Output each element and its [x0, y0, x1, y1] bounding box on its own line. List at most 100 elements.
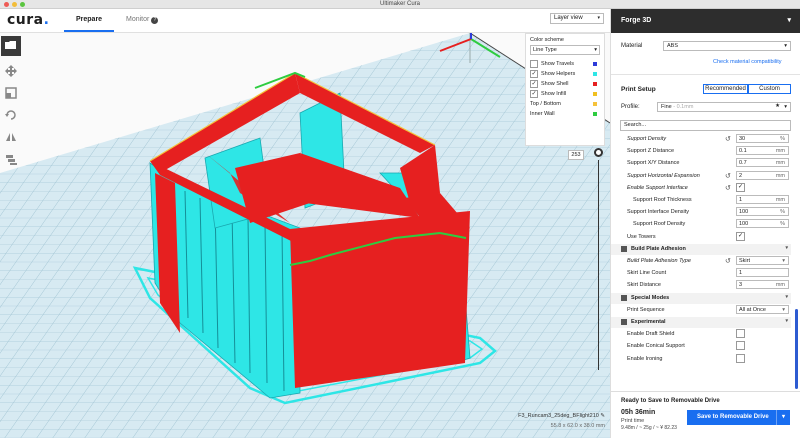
category-icon [621, 245, 627, 252]
scale-tool-button[interactable] [1, 83, 21, 103]
setting-value-input[interactable]: 3 mm [736, 280, 789, 290]
window-title-bar: Ultimaker Cura [0, 0, 800, 9]
setting-label: Use Towers [627, 233, 656, 240]
printer-select[interactable]: Forge 3D ▾ [611, 9, 800, 33]
color-swatch [593, 102, 597, 106]
checkbox[interactable] [530, 60, 538, 68]
toggle-show-travels[interactable]: Show Travels [530, 59, 600, 69]
reset-icon[interactable]: ↺ [725, 184, 731, 192]
check-material-compatibility-link[interactable]: Check material compatibility [713, 59, 781, 65]
setting-label: Build Plate Adhesion Type [627, 258, 691, 264]
setting-value-input[interactable]: 0.7 mm [736, 158, 789, 168]
setting-row: Support Interface Density 100% [611, 207, 791, 218]
checkbox[interactable]: ✓ [530, 80, 538, 88]
model-dimensions: 55.8 x 62.0 x 38.0 mm [550, 423, 605, 429]
setting-value-input[interactable]: 2 mm [736, 170, 789, 180]
move-tool-button[interactable] [1, 61, 21, 81]
settings-category[interactable]: Special Modes ▾ [611, 292, 791, 304]
open-file-button[interactable] [1, 36, 21, 56]
reset-icon[interactable]: ↺ [725, 257, 731, 265]
setting-checkbox[interactable]: ✓ [736, 231, 745, 241]
tab-monitor[interactable]: Monitor? [126, 16, 159, 24]
checkbox[interactable]: ✓ [530, 90, 538, 98]
setting-row: Use Towers ✓ [611, 231, 791, 243]
setting-checkbox[interactable] [736, 353, 745, 363]
setting-value-input[interactable]: 0.1 mm [736, 146, 789, 156]
settings-scrollbar[interactable] [795, 309, 798, 389]
material-label: Material [621, 43, 643, 49]
layer-slider-handle[interactable] [594, 148, 603, 157]
setting-value-input[interactable]: 1 mm [736, 195, 789, 204]
chevron-down-icon: ▾ [784, 43, 787, 49]
settings-list: Support Density ↺ 30% Support Z Distance 0.1… [611, 133, 800, 391]
color-scheme-select[interactable]: Line Type ▾ [530, 45, 600, 55]
color-swatch [593, 112, 597, 116]
setting-checkbox[interactable] [736, 341, 745, 351]
color-swatch [593, 82, 597, 86]
model-info: F3_Runcam3_25deg_BFlight210 ✎ 55.8 x 62.… [505, 413, 605, 429]
category-label: Special Modes [631, 294, 670, 301]
help-icon[interactable]: ? [151, 17, 159, 24]
3d-viewport[interactable] [0, 33, 610, 438]
setting-value-input[interactable]: 30% [736, 134, 789, 143]
mode-custom-button[interactable]: Custom [748, 84, 791, 94]
print-time-label: Print time [621, 418, 645, 424]
setting-label: Enable Support Interface [627, 184, 688, 191]
chevron-down-icon: ▾ [597, 15, 600, 21]
chevron-down-icon[interactable]: ▾ [776, 410, 790, 425]
chevron-down-icon: ▾ [782, 258, 785, 264]
toggle-show-shell[interactable]: ✓ Show Shell [530, 79, 600, 89]
settings-search-input[interactable]: Search... [620, 120, 791, 131]
save-to-removable-drive-button[interactable]: Save to Removable Drive ▾ [687, 410, 790, 425]
reset-icon[interactable]: ↺ [725, 172, 731, 180]
cura-logo: cura. [7, 12, 50, 28]
material-select[interactable]: ABS ▾ [663, 41, 791, 51]
toggle-show-helpers[interactable]: ✓ Show Helpers [530, 69, 600, 79]
mode-recommended-button[interactable]: Recommended [703, 84, 748, 94]
color-swatch [593, 92, 597, 96]
left-toolbar [0, 33, 22, 438]
scale-icon [5, 87, 17, 99]
setting-value-input[interactable]: 1 [736, 268, 789, 278]
rotate-tool-button[interactable] [1, 105, 21, 125]
setting-label: Support Roof Density [633, 221, 686, 228]
setting-label: Support Roof Thickness [633, 197, 692, 203]
setting-row: Support Roof Density 100% [611, 219, 791, 230]
per-model-settings-button[interactable] [1, 149, 21, 169]
layer-number-input[interactable]: 253 [568, 150, 584, 160]
setting-row: Support Horizontal Expansion ↺ 2 mm [611, 170, 791, 182]
setting-select[interactable]: All at Once ▾ [736, 304, 789, 314]
edit-pencil-icon[interactable]: ✎ [600, 413, 605, 419]
toggle-show-infill[interactable]: ✓ Show Infill [530, 89, 600, 99]
view-mode-select[interactable]: Layer view ▾ [550, 13, 604, 24]
print-summary: Ready to Save to Removable Drive 05h 36m… [611, 391, 800, 438]
setting-label: Support Horizontal Expansion [627, 172, 700, 179]
checkbox[interactable]: ✓ [530, 70, 538, 78]
profile-select[interactable]: Fine - 0.1mm ★ ▾ [657, 102, 791, 112]
setting-checkbox[interactable] [736, 329, 745, 339]
legend-inner-wall: Inner Wall [530, 109, 600, 119]
tab-prepare[interactable]: Prepare [76, 16, 102, 23]
settings-sidebar: Forge 3D ▾ Material ABS ▾ Check material c… [610, 9, 800, 438]
setting-row: Enable Draft Shield [611, 329, 791, 340]
setting-value-input[interactable]: 100% [736, 219, 789, 229]
category-icon [621, 294, 627, 301]
reset-icon[interactable]: ↺ [725, 135, 731, 143]
setting-value-input[interactable]: 100% [736, 207, 789, 217]
setting-row: Enable Ironing [611, 353, 791, 365]
mirror-tool-button[interactable] [1, 127, 21, 147]
legend-top-bottom: Top / Bottom [530, 99, 600, 109]
setting-select[interactable]: Skirt ▾ [736, 256, 789, 265]
settings-category[interactable]: Build Plate Adhesion ▾ [611, 243, 791, 255]
settings-category[interactable]: Experimental ▾ [611, 317, 791, 328]
color-scheme-title: Color scheme [530, 37, 564, 43]
setting-row: Support Density ↺ 30% [611, 134, 791, 145]
color-scheme-panel: Color scheme Line Type ▾ Show Travels ✓ Sh… [525, 33, 605, 146]
setting-checkbox[interactable]: ✓ [736, 182, 745, 192]
layer-slider-track[interactable] [598, 160, 599, 370]
chevron-down-icon: ▾ [594, 47, 597, 53]
star-icon[interactable]: ★ [775, 103, 780, 109]
category-label: Experimental [631, 319, 666, 325]
build-plate-scene[interactable] [0, 33, 610, 438]
setting-row: Support Roof Thickness 1 mm [611, 195, 791, 206]
